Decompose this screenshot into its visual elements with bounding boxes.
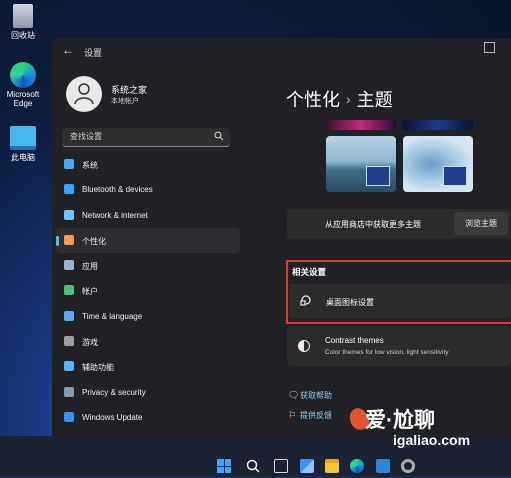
sidebar-item[interactable]: Network & internet	[56, 203, 240, 228]
sidebar-item-label: 帐户	[82, 287, 98, 297]
sidebar: 系统之家 本地帐户 系统 Bluetooth & devices Network &…	[52, 64, 248, 436]
give-feedback-label: 提供反馈	[300, 411, 332, 420]
sidebar-item-label: 游戏	[82, 338, 98, 348]
contrast-themes-title: Contrast themes	[325, 336, 384, 345]
person-icon	[74, 83, 94, 105]
user-profile[interactable]: 系统之家 本地帐户	[66, 76, 246, 116]
sidebar-item[interactable]: Bluetooth & devices	[56, 177, 240, 202]
sidebar-item[interactable]: Time & language	[56, 304, 240, 329]
sidebar-item-label: Privacy & security	[82, 387, 146, 397]
brush-icon	[64, 234, 74, 245]
sidebar-item[interactable]: 帐户	[56, 278, 240, 303]
theme-thumbnail-glow[interactable]	[326, 136, 396, 192]
desktop-icon-label: 此电脑	[11, 153, 35, 162]
give-feedback-link[interactable]: ⚐ 提供反馈	[288, 410, 332, 421]
update-icon	[64, 411, 74, 422]
settings-window: ← 设置 系统之家 本地帐户 系统 Bluetooth & devices Netw…	[52, 38, 511, 436]
sidebar-item-label: 应用	[82, 262, 98, 272]
get-more-themes-label: 从应用商店中获取更多主题	[325, 220, 421, 229]
main-content: 个性化 › 主题 从应用商店中获取更多主题 浏览主题 相关设置 桌面图标设置 C…	[248, 64, 511, 436]
browse-themes-button[interactable]: 浏览主题	[454, 212, 508, 235]
window-title: 设置	[84, 48, 103, 58]
nav-list: 系统 Bluetooth & devices Network & internet 个…	[52, 152, 248, 430]
desktop-icon-label: Microsoft Edge	[6, 90, 40, 108]
bluetooth-icon	[64, 184, 74, 195]
desktop-icon-recycle-bin[interactable]: 回收站	[0, 4, 46, 41]
contrast-themes-description: Color themes for low vision, light sensi…	[325, 349, 449, 356]
sidebar-item[interactable]: 应用	[56, 253, 240, 278]
get-help-label: 获取帮助	[300, 391, 332, 400]
theme-thumbnail-flow[interactable]	[403, 136, 473, 192]
breadcrumb-separator: ›	[346, 91, 351, 107]
gamepad-icon	[64, 336, 74, 347]
theme-accent-swatch	[366, 166, 390, 186]
theme-thumbnail-top-left[interactable]	[326, 120, 396, 130]
display-icon	[64, 159, 74, 169]
desktop-icon-this-pc[interactable]: 此电脑	[0, 126, 46, 163]
breadcrumb: 个性化 › 主题	[286, 86, 393, 112]
get-help-link[interactable]: 🗨获取帮助	[288, 390, 332, 401]
search-icon[interactable]	[214, 131, 224, 141]
store-icon[interactable]	[376, 459, 390, 473]
globe-clock-icon	[64, 310, 74, 321]
search-box[interactable]	[62, 128, 230, 147]
search-input[interactable]	[68, 131, 212, 142]
title-bar: ← 设置	[52, 38, 511, 64]
sidebar-item[interactable]: 系统	[56, 152, 240, 177]
related-settings-highlight: 相关设置 桌面图标设置	[286, 260, 511, 324]
edge-taskbar-icon[interactable]	[350, 459, 364, 473]
edge-icon	[10, 62, 36, 88]
desktop-icon-settings-label: 桌面图标设置	[326, 298, 374, 307]
sidebar-item[interactable]: Windows Update	[56, 405, 240, 430]
desktop-icon-label: 回收站	[11, 31, 35, 40]
profile-account-type: 本地帐户	[111, 98, 139, 105]
help-icon: 🗨	[288, 390, 300, 400]
desktop-icon-edge[interactable]: Microsoft Edge	[0, 62, 46, 108]
back-arrow-icon[interactable]: ←	[62, 43, 74, 57]
widgets-icon[interactable]	[300, 459, 314, 473]
theme-thumbnail-top-right[interactable]	[403, 120, 473, 130]
sidebar-item-label: 辅助功能	[82, 363, 114, 373]
windows-start-icon[interactable]	[217, 459, 231, 473]
theme-accent-swatch	[443, 166, 467, 186]
search-taskbar-icon[interactable]	[246, 459, 260, 473]
active-indicator	[56, 235, 59, 246]
profile-name: 系统之家	[111, 85, 148, 95]
sidebar-item-label: 个性化	[82, 236, 106, 246]
watermark-url: igaliao.com	[393, 432, 471, 448]
breadcrumb-parent[interactable]: 个性化	[286, 90, 340, 110]
page-title: 主题	[356, 90, 393, 110]
apps-icon	[64, 260, 74, 271]
sidebar-item-label: Bluetooth & devices	[82, 185, 153, 195]
contrast-themes-row[interactable]: Contrast themes Color themes for low vis…	[287, 326, 511, 366]
desktop-icon-settings-row[interactable]: 桌面图标设置	[289, 284, 511, 318]
settings-taskbar-icon[interactable]	[401, 459, 415, 473]
wifi-icon	[64, 209, 74, 220]
sidebar-item[interactable]: Privacy & security	[56, 380, 240, 405]
file-explorer-icon[interactable]	[325, 459, 339, 473]
sidebar-item-label: Time & language	[82, 311, 143, 321]
get-more-themes-row: 从应用商店中获取更多主题 浏览主题	[287, 209, 511, 239]
task-view-icon[interactable]	[274, 459, 288, 473]
desktop-icon-settings-icon	[300, 295, 311, 306]
watermark-title: 爱·尬聊	[365, 409, 435, 432]
sidebar-item[interactable]: 游戏	[56, 329, 240, 354]
sidebar-item[interactable]: 辅助功能	[56, 354, 240, 379]
avatar	[66, 76, 102, 112]
shield-icon	[64, 386, 74, 397]
related-settings-heading: 相关设置	[292, 267, 327, 277]
account-icon	[64, 285, 74, 296]
sidebar-item[interactable]: 个性化	[56, 227, 240, 254]
this-pc-icon	[10, 126, 36, 150]
sidebar-item-label: 系统	[82, 161, 98, 170]
sidebar-item-label: Network & internet	[82, 210, 148, 220]
sidebar-item-label: Windows Update	[82, 412, 143, 422]
recycle-bin-icon	[13, 4, 33, 28]
contrast-icon	[298, 340, 310, 352]
feedback-icon: ⚐	[288, 410, 297, 420]
accessibility-icon	[64, 361, 74, 372]
maximize-button[interactable]	[484, 42, 495, 53]
